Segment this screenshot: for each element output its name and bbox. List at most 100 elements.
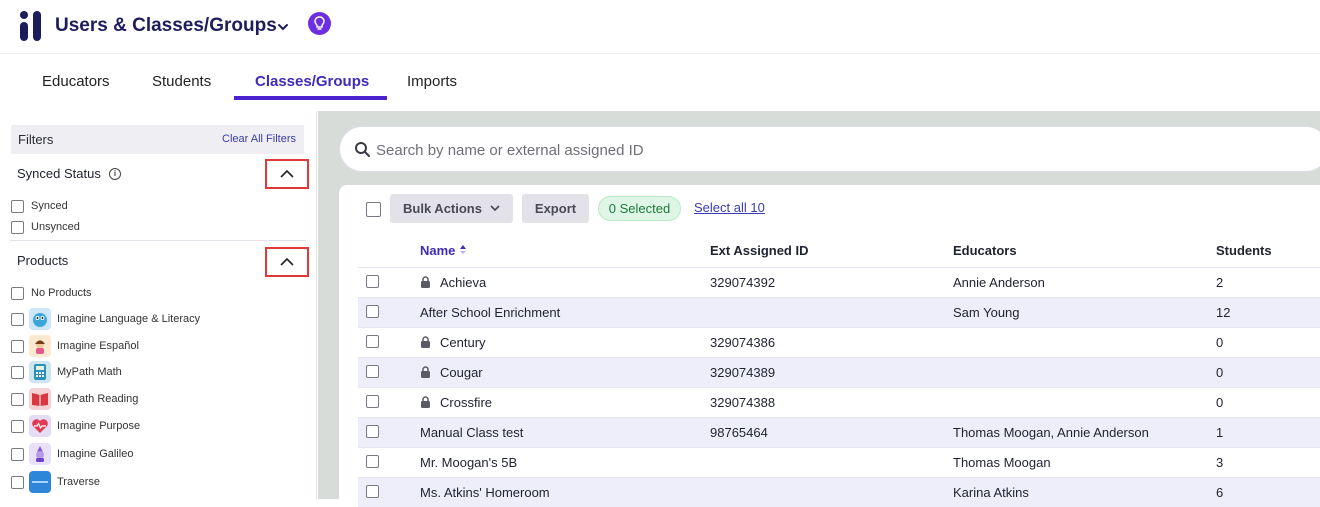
checkbox[interactable] xyxy=(11,339,24,353)
calculator-icon xyxy=(29,361,51,383)
row-checkbox[interactable] xyxy=(366,395,379,408)
cell-educators: Thomas Moogan xyxy=(953,455,1051,470)
filter-option-product[interactable]: Imagine Purpose xyxy=(11,415,140,437)
tab-classes-groups[interactable]: Classes/Groups xyxy=(255,73,369,90)
cell-name[interactable]: Achieva xyxy=(440,275,486,290)
main-content: Search by name or external assigned ID B… xyxy=(318,111,1320,507)
table-header: Name Ext Assigned ID Educators Students xyxy=(339,233,1320,267)
cell-students: 6 xyxy=(1216,485,1224,500)
cell-ext-id: 98765464 xyxy=(710,425,768,440)
checkbox[interactable] xyxy=(11,199,24,213)
bulk-actions-button[interactable]: Bulk Actions xyxy=(390,194,513,223)
checkbox[interactable] xyxy=(11,447,24,461)
lock-icon xyxy=(421,276,430,288)
row-checkbox[interactable] xyxy=(366,485,379,498)
cell-students: 12 xyxy=(1216,305,1231,320)
classes-table-card: Bulk Actions Export 0 Selected Select al… xyxy=(339,185,1320,507)
filter-option-synced[interactable]: Synced xyxy=(11,197,68,215)
tab-imports[interactable]: Imports xyxy=(407,73,457,90)
products-collapse-button[interactable] xyxy=(265,247,309,277)
filter-option-product[interactable]: MyPath Math xyxy=(11,361,122,383)
select-all-checkbox[interactable] xyxy=(366,202,381,217)
synced-status-title: Synced Status xyxy=(17,166,101,181)
cell-name[interactable]: Ms. Atkins' Homeroom xyxy=(420,485,550,500)
table-row[interactable]: Ms. Atkins' Homeroom Karina Atkins 6 xyxy=(358,477,1320,507)
cell-ext-id: 329074388 xyxy=(710,395,776,410)
cell-educators: Sam Young xyxy=(953,305,1020,320)
row-checkbox[interactable] xyxy=(366,335,379,348)
row-checkbox[interactable] xyxy=(366,365,379,378)
cell-students: 0 xyxy=(1216,365,1224,380)
table-row[interactable]: Mr. Moogan's 5B Thomas Moogan 3 xyxy=(358,447,1320,477)
search-placeholder: Search by name or external assigned ID xyxy=(376,142,644,159)
select-all-link[interactable]: Select all 10 xyxy=(694,200,765,215)
filters-header: Filters Clear All Filters xyxy=(11,125,304,154)
lightbulb-icon[interactable] xyxy=(308,12,331,35)
page-title[interactable]: Users & Classes/Groups xyxy=(55,15,277,37)
cell-name[interactable]: Crossfire xyxy=(440,395,492,410)
products-title: Products xyxy=(17,253,69,268)
lock-icon xyxy=(421,396,430,408)
cell-students: 1 xyxy=(1216,425,1224,440)
checkbox[interactable] xyxy=(11,286,24,300)
table-row[interactable]: Manual Class test 98765464 Thomas Moogan, … xyxy=(358,417,1320,447)
row-checkbox[interactable] xyxy=(366,305,379,318)
search-icon xyxy=(355,142,370,157)
filter-option-product[interactable]: Traverse xyxy=(11,471,100,493)
filters-label: Filters xyxy=(18,132,54,147)
monster-icon xyxy=(29,308,51,330)
checkbox[interactable] xyxy=(11,419,24,433)
top-header: Users & Classes/Groups xyxy=(0,0,1320,54)
checkbox[interactable] xyxy=(11,312,24,326)
row-checkbox[interactable] xyxy=(366,455,379,468)
filter-option-product[interactable]: Imagine Language & Literacy xyxy=(11,308,200,330)
table-row[interactable]: Cougar 329074389 0 xyxy=(358,357,1320,387)
lock-icon xyxy=(421,366,430,378)
table-row[interactable]: Century 329074386 0 xyxy=(358,327,1320,357)
column-header-name[interactable]: Name xyxy=(420,243,467,258)
divider xyxy=(10,240,306,241)
checkbox[interactable] xyxy=(11,475,24,489)
table-row[interactable]: Achieva 329074392 Annie Anderson 2 xyxy=(358,267,1320,297)
tab-educators[interactable]: Educators xyxy=(42,73,110,90)
chevron-down-icon xyxy=(490,205,500,212)
table-row[interactable]: After School Enrichment Sam Young 12 xyxy=(358,297,1320,327)
checkbox[interactable] xyxy=(11,392,24,406)
lock-icon xyxy=(421,336,430,348)
filter-option-product[interactable]: MyPath Reading xyxy=(11,388,138,410)
filter-option-unsynced[interactable]: Unsynced xyxy=(11,218,80,236)
cell-ext-id: 329074389 xyxy=(710,365,776,380)
synced-status-collapse-button[interactable] xyxy=(265,159,309,189)
search-input[interactable]: Search by name or external assigned ID xyxy=(339,126,1320,172)
book-icon xyxy=(29,388,51,410)
column-header-ext-id[interactable]: Ext Assigned ID xyxy=(710,243,808,258)
info-icon[interactable]: i xyxy=(109,168,121,180)
cell-educators: Karina Atkins xyxy=(953,485,1029,500)
cell-name[interactable]: Mr. Moogan's 5B xyxy=(420,455,517,470)
cell-name[interactable]: After School Enrichment xyxy=(420,305,560,320)
row-checkbox[interactable] xyxy=(366,425,379,438)
cell-ext-id: 329074392 xyxy=(710,275,776,290)
row-checkbox[interactable] xyxy=(366,275,379,288)
cell-name[interactable]: Manual Class test xyxy=(420,425,523,440)
clear-all-filters-link[interactable]: Clear All Filters xyxy=(222,133,296,145)
filter-option-product[interactable]: Imagine Español xyxy=(11,335,139,357)
table-row[interactable]: Crossfire 329074388 0 xyxy=(358,387,1320,417)
app-logo[interactable] xyxy=(20,11,44,41)
sort-icon xyxy=(460,245,467,254)
checkbox[interactable] xyxy=(11,365,24,379)
column-header-students[interactable]: Students xyxy=(1216,243,1272,258)
export-button[interactable]: Export xyxy=(522,194,589,223)
cell-name[interactable]: Century xyxy=(440,335,486,350)
chevron-up-icon xyxy=(280,257,294,266)
checkbox[interactable] xyxy=(11,220,24,234)
filter-option-no-products[interactable]: No Products xyxy=(11,284,92,302)
filter-option-product[interactable]: Imagine Galileo xyxy=(11,443,133,465)
tab-students[interactable]: Students xyxy=(152,73,211,90)
chevron-down-icon[interactable] xyxy=(276,20,290,34)
selected-count-badge: 0 Selected xyxy=(598,196,681,221)
cell-name[interactable]: Cougar xyxy=(440,365,483,380)
traverse-icon xyxy=(29,471,51,493)
cell-students: 0 xyxy=(1216,395,1224,410)
column-header-educators[interactable]: Educators xyxy=(953,243,1017,258)
